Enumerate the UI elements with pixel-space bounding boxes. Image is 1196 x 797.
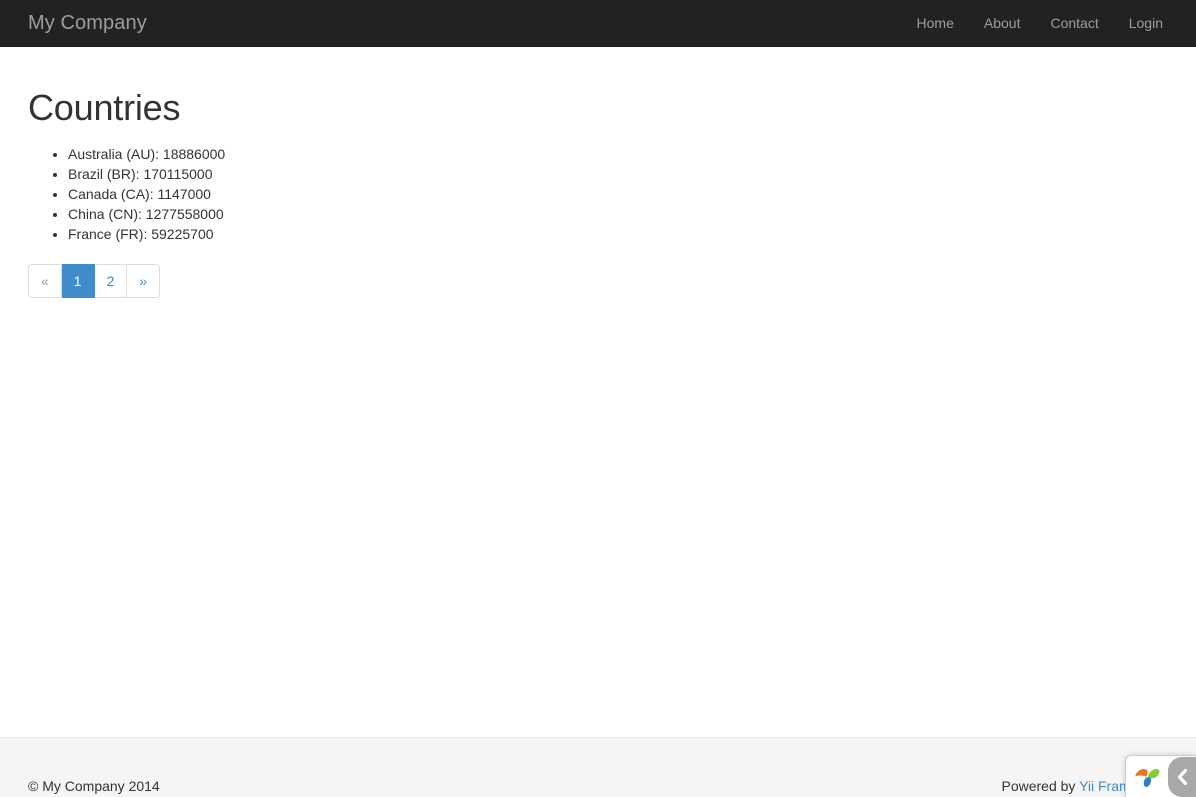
nav-link-login[interactable]: Login	[1114, 0, 1178, 47]
yii-logo-icon[interactable]	[1132, 762, 1162, 792]
nav-item-contact[interactable]: Contact	[1035, 0, 1113, 47]
page-footer: © My Company 2014 Powered by Yii Framewo…	[0, 737, 1196, 797]
nav-item-login[interactable]: Login	[1114, 0, 1178, 47]
pagination-page-2-link[interactable]: 2	[94, 263, 128, 298]
navbar-brand[interactable]: My Company	[0, 13, 147, 33]
nav-link-contact[interactable]: Contact	[1035, 0, 1113, 47]
pagination-next[interactable]: »	[127, 263, 161, 298]
pagination-prev[interactable]: «	[28, 263, 62, 298]
country-list: Australia (AU): 18886000 Brazil (BR): 17…	[28, 144, 1181, 244]
yii-debug-toolbar[interactable]	[1125, 755, 1196, 797]
list-item: France (FR): 59225700	[68, 224, 1181, 244]
list-item: Australia (AU): 18886000	[68, 144, 1181, 164]
content-body: Countries Australia (AU): 18886000 Brazi…	[15, 88, 1181, 298]
pagination-prev-link[interactable]: «	[28, 263, 62, 298]
page-title: Countries	[28, 87, 181, 128]
nav-link-about[interactable]: About	[969, 0, 1036, 47]
list-item: Canada (CA): 1147000	[68, 184, 1181, 204]
pagination-page-2[interactable]: 2	[94, 263, 128, 298]
page-container: Countries Australia (AU): 18886000 Brazi…	[0, 47, 1196, 298]
chevron-left-icon[interactable]	[1168, 756, 1196, 797]
navbar-menu: Home About Contact Login	[902, 0, 1196, 47]
pagination-next-link[interactable]: »	[127, 263, 161, 298]
list-item: China (CN): 1277558000	[68, 204, 1181, 224]
footer-powered-prefix: Powered by	[1001, 778, 1080, 794]
pagination-page-1[interactable]: 1	[61, 263, 95, 298]
pagination: « 1 2 »	[28, 263, 161, 298]
footer-inner: © My Company 2014 Powered by Yii Framewo…	[15, 738, 1181, 797]
nav-item-about[interactable]: About	[969, 0, 1036, 47]
nav-link-home[interactable]: Home	[902, 0, 969, 47]
pagination-page-1-link[interactable]: 1	[61, 263, 95, 298]
footer-copyright: © My Company 2014	[28, 778, 160, 794]
nav-item-home[interactable]: Home	[902, 0, 969, 47]
list-item: Brazil (BR): 170115000	[68, 164, 1181, 184]
top-navbar: My Company Home About Contact Login	[0, 0, 1196, 47]
